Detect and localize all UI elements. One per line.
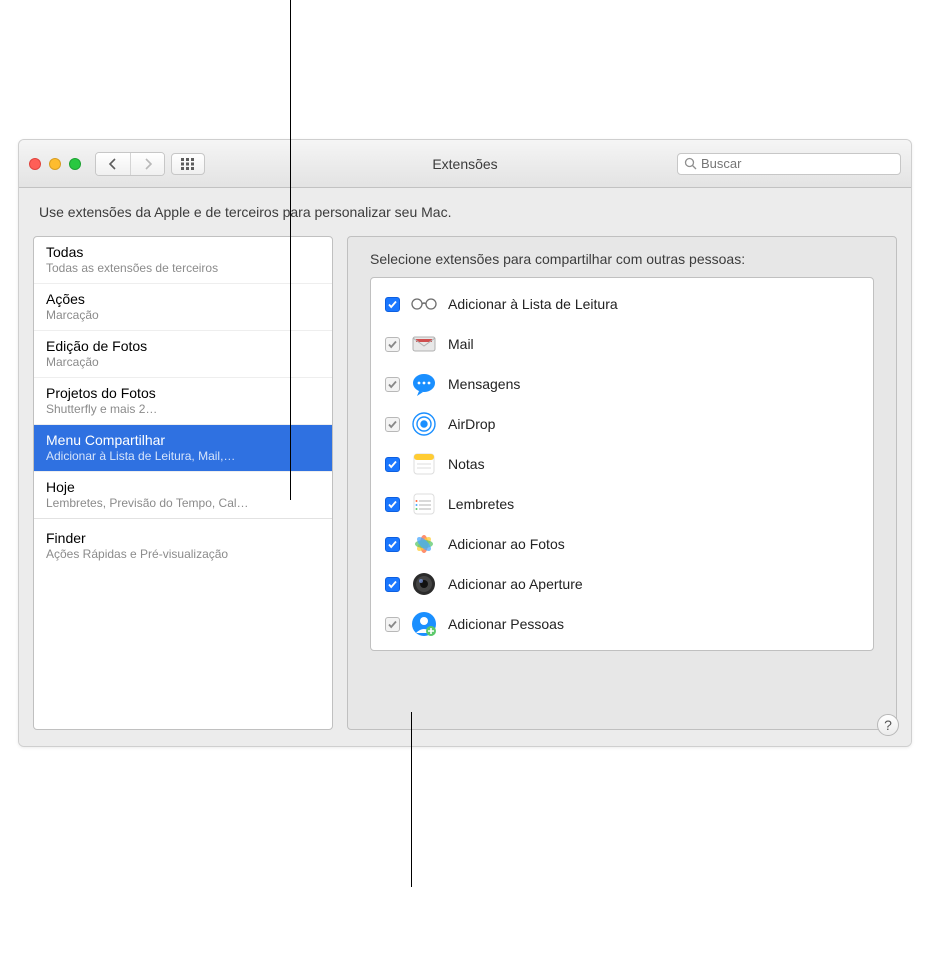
sidebar-item-label: Ações (46, 291, 320, 307)
extension-checkbox[interactable] (385, 617, 400, 632)
question-mark-icon: ? (884, 717, 892, 733)
sidebar-item-label: Projetos do Fotos (46, 385, 320, 401)
sidebar-item-subtitle: Lembretes, Previsão do Tempo, Cal… (46, 496, 320, 510)
sidebar-item-subtitle: Adicionar à Lista de Leitura, Mail,… (46, 449, 320, 463)
messages-icon (410, 370, 438, 398)
sidebar-item-label: Hoje (46, 479, 320, 495)
extension-label: Adicionar ao Fotos (448, 536, 565, 552)
airdrop-icon (410, 410, 438, 438)
panel-header: Selecione extensões para compartilhar co… (370, 251, 874, 267)
extension-label: Adicionar à Lista de Leitura (448, 296, 618, 312)
categories-sidebar: Todas Todas as extensões de terceiros Aç… (33, 236, 333, 730)
extension-label: Mail (448, 336, 474, 352)
sidebar-item-projetos-fotos[interactable]: Projetos do Fotos Shutterfly e mais 2… (34, 378, 332, 425)
sidebar-item-label: Todas (46, 244, 320, 260)
extension-row-adicionar-aperture: Adicionar ao Aperture (371, 564, 873, 604)
callout-line-bottom (411, 712, 412, 887)
sidebar-item-subtitle: Todas as extensões de terceiros (46, 261, 320, 275)
check-icon (387, 379, 398, 390)
extension-row-reading-list: Adicionar à Lista de Leitura (371, 284, 873, 324)
extension-label: Mensagens (448, 376, 520, 392)
grid-icon (181, 158, 195, 170)
sidebar-item-label: Menu Compartilhar (46, 432, 320, 448)
extension-label: Adicionar Pessoas (448, 616, 564, 632)
extension-checkbox[interactable] (385, 457, 400, 472)
sidebar-item-label: Edição de Fotos (46, 338, 320, 354)
extension-label: Notas (448, 456, 485, 472)
extensions-list: Adicionar à Lista de Leitura Mail (370, 277, 874, 651)
preferences-window: Extensões Use extensões da Apple e de te… (18, 139, 912, 747)
extension-checkbox[interactable] (385, 337, 400, 352)
show-all-button[interactable] (171, 153, 205, 175)
check-icon (387, 539, 398, 550)
window-title: Extensões (432, 156, 497, 172)
extension-row-adicionar-fotos: Adicionar ao Fotos (371, 524, 873, 564)
extension-checkbox[interactable] (385, 377, 400, 392)
notes-icon (410, 450, 438, 478)
extensions-panel: Selecione extensões para compartilhar co… (347, 236, 897, 730)
search-input[interactable] (701, 156, 894, 171)
extension-checkbox[interactable] (385, 577, 400, 592)
sidebar-item-subtitle: Marcação (46, 355, 320, 369)
extension-checkbox[interactable] (385, 497, 400, 512)
extension-checkbox[interactable] (385, 297, 400, 312)
close-window-button[interactable] (29, 158, 41, 170)
nav-buttons (95, 152, 165, 176)
sidebar-item-menu-compartilhar[interactable]: Menu Compartilhar Adicionar à Lista de L… (34, 425, 332, 472)
extension-label: AirDrop (448, 416, 495, 432)
sidebar-item-hoje[interactable]: Hoje Lembretes, Previsão do Tempo, Cal… (34, 472, 332, 519)
sidebar-item-todas[interactable]: Todas Todas as extensões de terceiros (34, 237, 332, 284)
sidebar-item-edicao-fotos[interactable]: Edição de Fotos Marcação (34, 331, 332, 378)
extension-row-airdrop: AirDrop (371, 404, 873, 444)
extension-row-lembretes: Lembretes (371, 484, 873, 524)
extension-label: Adicionar ao Aperture (448, 576, 583, 592)
search-icon (684, 157, 697, 170)
reminders-icon (410, 490, 438, 518)
sidebar-item-label: Finder (46, 530, 320, 546)
extension-row-mail: Mail (371, 324, 873, 364)
callout-line-top (290, 0, 291, 500)
check-icon (387, 299, 398, 310)
check-icon (387, 619, 398, 630)
extension-checkbox[interactable] (385, 537, 400, 552)
sidebar-item-acoes[interactable]: Ações Marcação (34, 284, 332, 331)
check-icon (387, 339, 398, 350)
extension-row-adicionar-pessoas: Adicionar Pessoas (371, 604, 873, 644)
back-button[interactable] (96, 153, 130, 175)
glasses-icon (410, 290, 438, 318)
forward-button[interactable] (130, 153, 164, 175)
minimize-window-button[interactable] (49, 158, 61, 170)
photos-icon (410, 530, 438, 558)
sidebar-item-finder[interactable]: Finder Ações Rápidas e Pré-visualização (34, 523, 332, 569)
aperture-icon (410, 570, 438, 598)
chevron-right-icon (143, 158, 153, 170)
content-area: Todas Todas as extensões de terceiros Aç… (19, 226, 911, 746)
search-field[interactable] (677, 153, 901, 175)
extension-label: Lembretes (448, 496, 514, 512)
sidebar-item-subtitle: Shutterfly e mais 2… (46, 402, 320, 416)
extension-row-mensagens: Mensagens (371, 364, 873, 404)
description-text: Use extensões da Apple e de terceiros pa… (19, 188, 911, 226)
check-icon (387, 499, 398, 510)
add-people-icon (410, 610, 438, 638)
check-icon (387, 579, 398, 590)
extension-row-notas: Notas (371, 444, 873, 484)
titlebar: Extensões (19, 140, 911, 188)
zoom-window-button[interactable] (69, 158, 81, 170)
check-icon (387, 419, 398, 430)
help-button[interactable]: ? (877, 714, 899, 736)
check-icon (387, 459, 398, 470)
chevron-left-icon (108, 158, 118, 170)
sidebar-item-subtitle: Marcação (46, 308, 320, 322)
mail-icon (410, 330, 438, 358)
extension-checkbox[interactable] (385, 417, 400, 432)
sidebar-item-subtitle: Ações Rápidas e Pré-visualização (46, 547, 320, 561)
traffic-lights (29, 158, 81, 170)
